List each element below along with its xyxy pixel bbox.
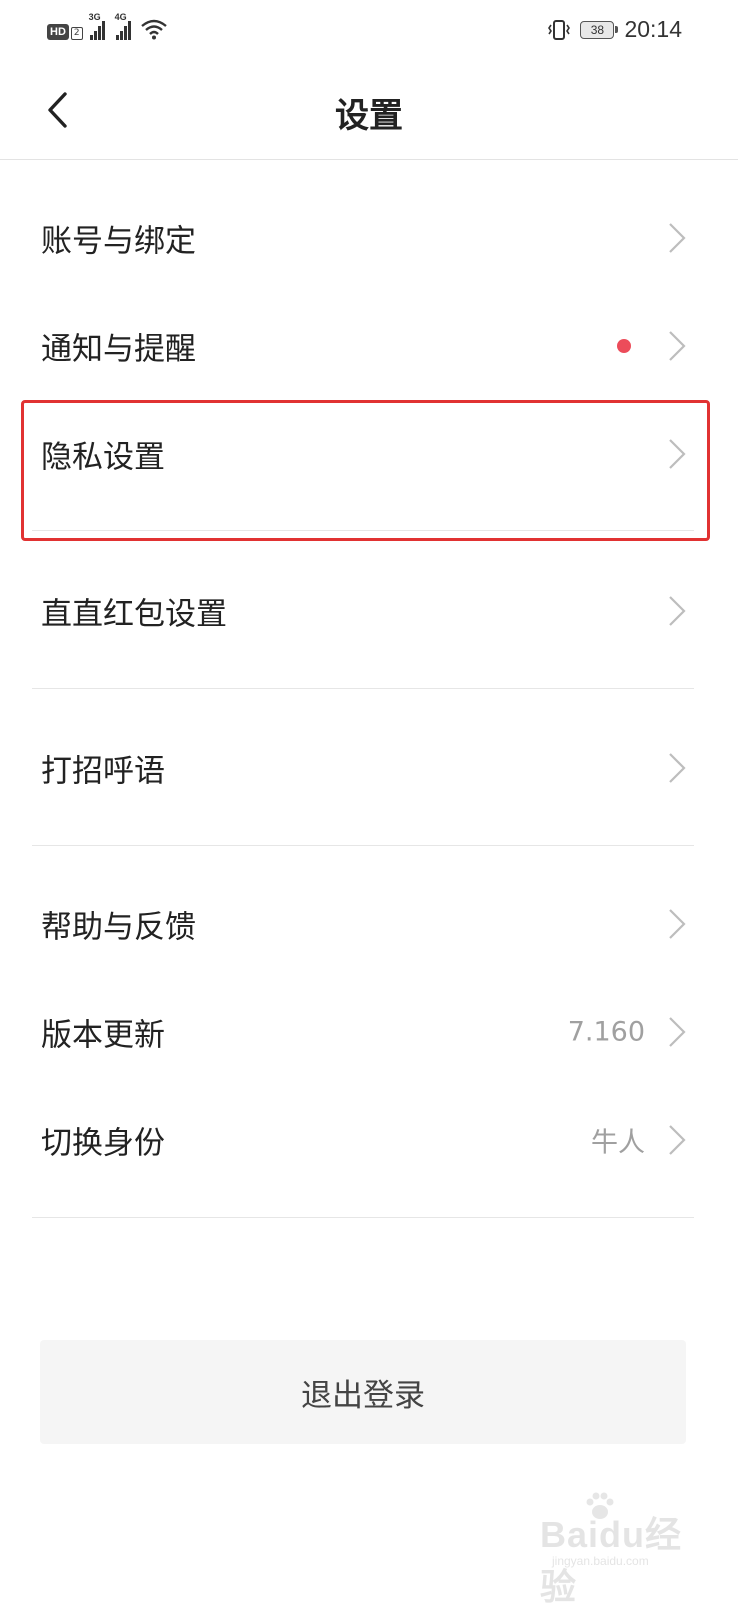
network-type-4g: 4G <box>114 12 127 22</box>
chevron-right-icon <box>669 753 686 783</box>
nav-bar: 设置 <box>0 62 738 160</box>
network-type-3g: 3G <box>88 12 101 22</box>
hd-sub-badge: 2 <box>70 27 83 40</box>
chevron-right-icon <box>669 331 686 361</box>
settings-item-red-packet[interactable]: 直直红包设置 <box>0 557 738 665</box>
divider <box>32 845 694 846</box>
battery-icon: 38 <box>580 20 619 39</box>
signal-icon: 3G <box>89 12 105 40</box>
settings-item-label: 账号与绑定 <box>41 223 196 260</box>
settings-item-label: 帮助与反馈 <box>41 909 196 946</box>
wifi-icon <box>140 19 167 40</box>
settings-item-version-update[interactable]: 版本更新 7.160 <box>0 978 738 1086</box>
status-left: HD 2 3G 4G <box>47 12 167 40</box>
settings-item-help-feedback[interactable]: 帮助与反馈 <box>0 870 738 978</box>
page-title: 设置 <box>335 96 403 136</box>
settings-item-label: 打招呼语 <box>41 753 165 790</box>
settings-item-label: 直直红包设置 <box>41 596 227 633</box>
settings-item-label: 通知与提醒 <box>41 331 196 368</box>
settings-item-switch-identity[interactable]: 切换身份 牛人 <box>0 1086 738 1194</box>
chevron-right-icon <box>669 1017 686 1047</box>
battery-level: 38 <box>590 22 605 37</box>
status-bar: HD 2 3G 4G 38 20:14 <box>0 0 738 62</box>
logout-button[interactable]: 退出登录 <box>40 1340 686 1444</box>
status-right: 38 20:14 <box>548 16 682 43</box>
settings-item-notifications[interactable]: 通知与提醒 <box>0 292 738 400</box>
status-time: 20:14 <box>624 16 682 42</box>
chevron-right-icon <box>669 596 686 626</box>
settings-item-label: 版本更新 <box>41 1017 165 1054</box>
signal-icon: 4G <box>115 12 131 40</box>
watermark-url: jingyan.baidu.com <box>552 1554 649 1568</box>
chevron-right-icon <box>669 223 686 253</box>
settings-item-label: 切换身份 <box>41 1125 165 1162</box>
highlight-box <box>21 400 710 541</box>
identity-value: 牛人 <box>591 1127 645 1159</box>
hd-badge: HD <box>47 24 69 40</box>
notification-dot <box>617 339 631 353</box>
settings-item-account-binding[interactable]: 账号与绑定 <box>0 184 738 292</box>
baidu-watermark: Baidu经验 jingyan.baidu.com <box>512 1492 712 1607</box>
divider <box>32 688 694 689</box>
chevron-right-icon <box>669 909 686 939</box>
version-value: 7.160 <box>567 1016 645 1048</box>
settings-item-greeting[interactable]: 打招呼语 <box>0 714 738 822</box>
divider <box>32 1217 694 1218</box>
vibrate-icon <box>548 19 571 40</box>
chevron-right-icon <box>669 1125 686 1155</box>
